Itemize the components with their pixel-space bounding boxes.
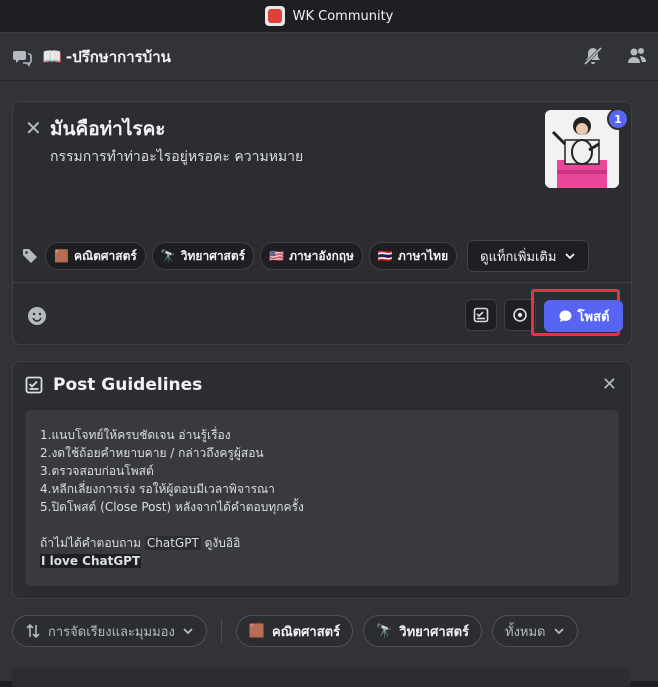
guideline-line: 3.ตรวจสอบก่อนโพสต์ — [40, 464, 154, 478]
tag-math[interactable]: 🟫 คณิตศาสตร์ — [45, 242, 146, 270]
filter-tag-label: คณิตศาสตร์ — [271, 624, 341, 640]
checklist-button[interactable] — [465, 299, 497, 331]
emoji-picker-icon[interactable] — [27, 306, 47, 326]
post-button-label: โพสต์ — [577, 309, 610, 325]
sort-and-view-button[interactable]: การจัดเรียงและมุมมอง — [12, 615, 207, 647]
guideline-footer: ถ้าไม่ได้คำตอบถาม ChatGPT ดูงับอิอิ — [40, 534, 604, 552]
telescope-emoji-icon: 🔭 — [160, 249, 176, 263]
sort-label: การจัดเรียงและมุมมอง — [48, 624, 175, 640]
all-tags-label: ทั้งหมด — [505, 624, 546, 640]
us-flag-icon: 🇺🇸 — [269, 249, 285, 263]
post-body-field[interactable]: กรรมการทำท่าอะไรอยู่หรอคะ ความหมาย — [50, 146, 303, 168]
eye-icon — [513, 308, 527, 322]
tag-label: คณิตศาสตร์ — [73, 248, 137, 263]
composer-divider — [13, 282, 631, 283]
filter-divider — [220, 620, 222, 642]
checklist-icon — [473, 307, 489, 323]
filter-tag-label: วิทยาศาสตร์ — [399, 624, 469, 640]
post-list-item[interactable] — [12, 667, 630, 687]
filter-tag-science[interactable]: 🔭 วิทยาศาสตร์ — [363, 615, 482, 647]
guideline-line: 4.หลีกเลี่ยงการเร่ง รอให้ผู้ตอบมีเวลาพิจ… — [40, 482, 275, 496]
member-list-icon[interactable] — [626, 45, 648, 67]
tag-icon — [23, 249, 37, 263]
guidelines-content: 1.แนบโจทย์ให้ครบชัดเจน อ่านรู้เรื่อง 2.ง… — [25, 410, 619, 586]
more-tags-label: ดูแท็กเพิ่มเติม — [480, 249, 557, 265]
all-tags-dropdown[interactable]: ทั้งหมด — [492, 615, 578, 647]
channel-name: -ปรึกษาการบ้าน — [65, 47, 171, 66]
math-emoji-icon: 🟫 — [248, 623, 265, 639]
post-button[interactable]: โพสต์ — [544, 300, 623, 332]
chat-bubble-icon — [559, 310, 572, 322]
guidelines-title: Post Guidelines — [53, 375, 203, 395]
footer-prefix: ถ้าไม่ได้คำตอบถาม — [40, 536, 145, 550]
chevron-down-icon — [183, 628, 193, 635]
forum-channel-icon — [13, 50, 32, 67]
tag-label: ภาษาอังกฤษ — [289, 248, 354, 263]
book-icon: 📖 — [42, 47, 62, 66]
tag-label: วิทยาศาสตร์ — [180, 248, 246, 263]
chevron-down-icon — [565, 253, 576, 260]
guideline-line: 1.แนบโจทย์ให้ครบชัดเจน อ่านรู้เรื่อง — [40, 428, 231, 442]
thai-flag-icon: 🇹🇭 — [377, 249, 393, 263]
close-guidelines-icon[interactable]: ✕ — [602, 374, 617, 395]
notifications-muted-icon[interactable] — [582, 45, 604, 67]
footer-code: ChatGPT — [144, 536, 201, 550]
post-composer: ✕ มันคือท่าไรคะ กรรมการทำท่าอะไรอยู่หรอค… — [12, 101, 632, 345]
close-composer-icon[interactable]: ✕ — [25, 116, 42, 140]
guidelines-icon — [25, 376, 43, 394]
tag-thai[interactable]: 🇹🇭 ภาษาไทย — [368, 242, 458, 270]
tag-row: 🟫 คณิตศาสตร์ 🔭 วิทยาศาสตร์ 🇺🇸 ภาษาอังกฤษ… — [21, 240, 590, 272]
filter-tag-math[interactable]: 🟫 คณิตศาสตร์ — [235, 615, 354, 647]
attachment-count-badge: 1 — [607, 108, 629, 130]
footer-suffix: ดูงับอิอิ — [200, 536, 241, 550]
post-title-field[interactable]: มันคือท่าไรคะ — [50, 114, 166, 144]
telescope-emoji-icon: 🔭 — [376, 623, 393, 639]
app-logo-icon — [264, 6, 285, 26]
post-guidelines-panel: Post Guidelines ✕ 1.แนบโจทย์ให้ครบชัดเจน… — [12, 361, 632, 599]
guideline-line: 5.ปิดโพสต์ (Close Post) หลังจากได้คำตอบท… — [40, 500, 304, 514]
chevron-down-icon — [553, 628, 564, 635]
channel-header: 📖 -ปรึกษาการบ้าน — [0, 33, 658, 81]
tag-label: ภาษาไทย — [397, 248, 449, 263]
window-titlebar: WK Community — [0, 0, 658, 32]
sort-arrows-icon — [26, 623, 40, 639]
guideline-bold-line: I love ChatGPT — [40, 554, 142, 568]
forum-filter-bar: การจัดเรียงและมุมมอง 🟫 คณิตศาสตร์ 🔭 วิทย… — [12, 615, 578, 647]
window-title: WK Community — [292, 8, 394, 24]
tag-science[interactable]: 🔭 วิทยาศาสตร์ — [151, 242, 255, 270]
math-emoji-icon: 🟫 — [54, 249, 69, 263]
forum-main: ✕ มันคือท่าไรคะ กรรมการทำท่าอะไรอยู่หรอค… — [0, 81, 658, 687]
guideline-line: 2.งดใช้ถ้อยคำหยาบคาย / กล่าวถึงครูผู้สอน — [40, 446, 264, 460]
tag-english[interactable]: 🇺🇸 ภาษาอังกฤษ — [260, 242, 363, 270]
more-tags-button[interactable]: ดูแท็กเพิ่มเติม — [467, 240, 590, 272]
